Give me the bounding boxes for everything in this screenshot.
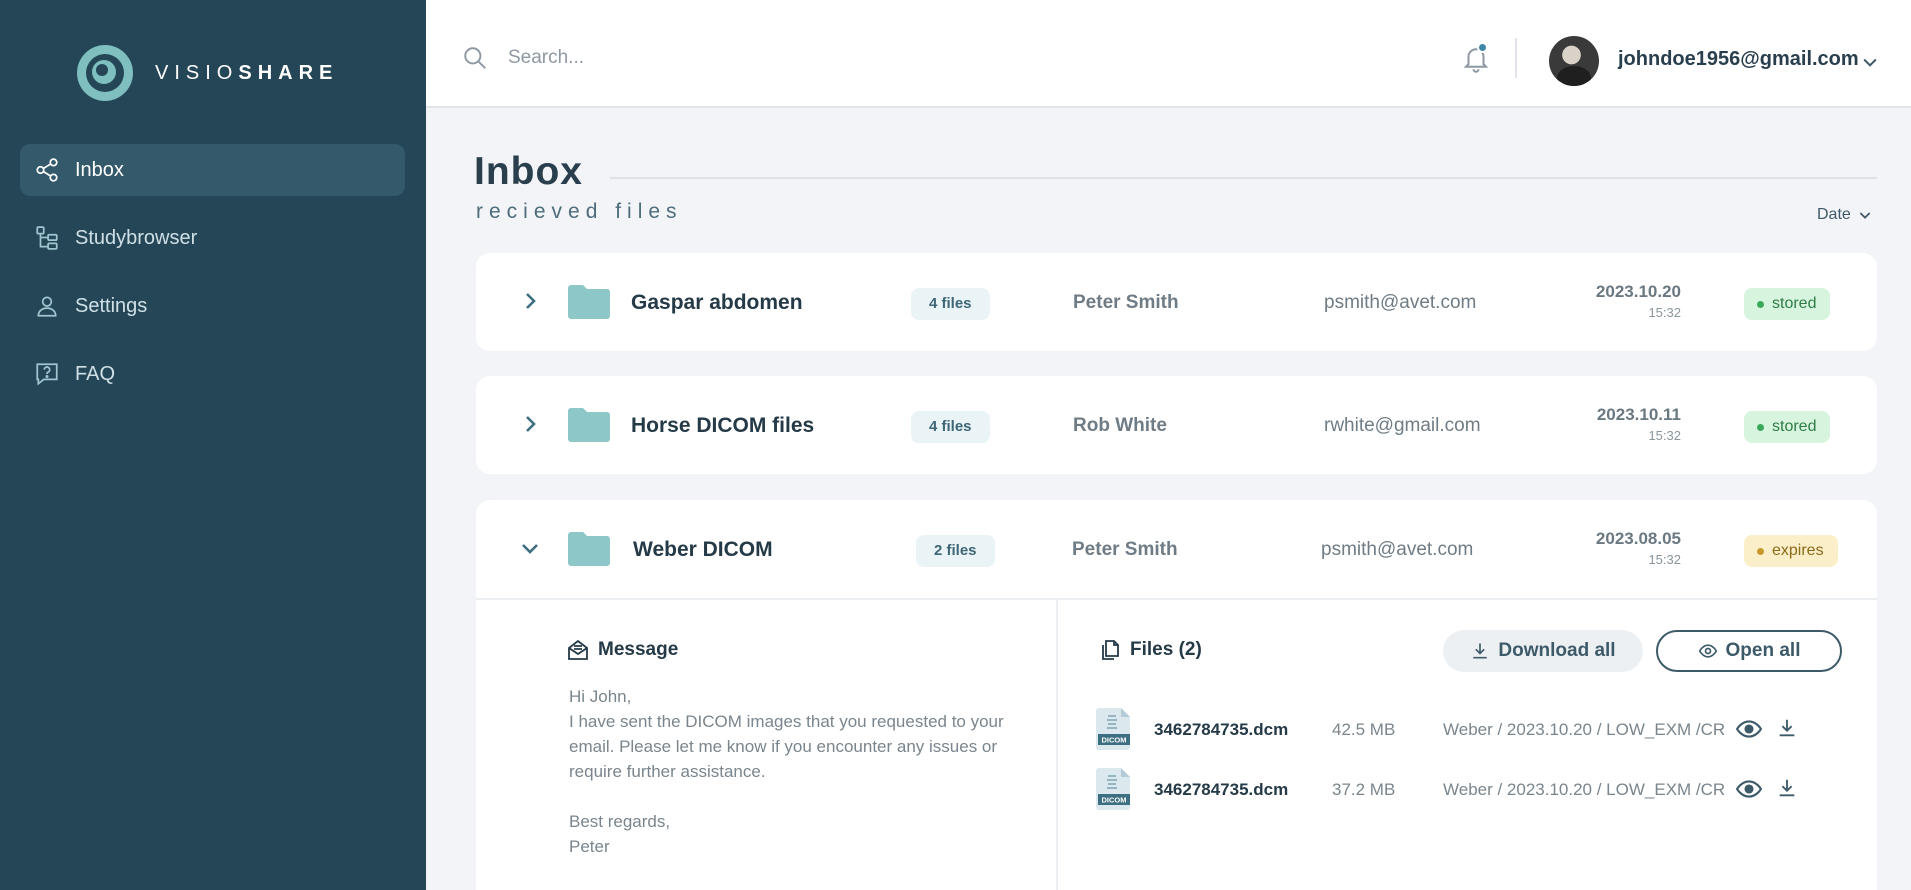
sidebar-item-settings[interactable]: Settings — [20, 280, 405, 332]
user-icon — [34, 293, 60, 319]
sidebar-item-label: FAQ — [75, 362, 116, 385]
message-title: Message — [598, 639, 679, 660]
search-icon — [464, 47, 486, 69]
divider — [1515, 38, 1517, 78]
chevron-right-icon[interactable] — [518, 412, 542, 436]
sort-dropdown[interactable]: Date — [1817, 206, 1873, 224]
files-pane: Files (2) Download all Open all DICOM 34… — [1058, 600, 1877, 890]
files-title: Files (2) — [1130, 639, 1202, 660]
sidebar-item-label: Settings — [75, 294, 148, 317]
row-time: 15:32 — [1648, 552, 1681, 567]
title-divider — [610, 177, 1877, 179]
row-date: 2023.10.20 — [1595, 282, 1681, 301]
svg-text:DICOM: DICOM — [1102, 736, 1127, 745]
row-name[interactable]: Weber DICOM — [633, 538, 773, 562]
row-time: 15:32 — [1648, 305, 1681, 320]
sidebar-nav: Inbox Studybrowser Settings FAQ — [20, 144, 405, 416]
row-name[interactable]: Gaspar abdomen — [631, 291, 803, 315]
chevron-down-icon — [1859, 212, 1871, 219]
file-path: Weber / 2023.10.20 / LOW_EXM /CR — [1443, 780, 1726, 799]
open-all-label: Open all — [1725, 640, 1801, 661]
svg-text:DICOM: DICOM — [1102, 796, 1127, 805]
sidebar-item-label: Studybrowser — [75, 226, 198, 249]
download-all-button[interactable]: Download all — [1443, 630, 1643, 672]
sender-name: Peter Smith — [1073, 292, 1179, 313]
folder-icon — [568, 532, 610, 566]
dicom-file-icon: DICOM — [1096, 768, 1130, 810]
sidebar-item-label: Inbox — [75, 158, 124, 181]
sender-email: rwhite@gmail.com — [1324, 415, 1481, 436]
logo-eye-icon — [77, 45, 133, 101]
sidebar: VISIOSHARE Inbox Studybrowser Settings F… — [0, 0, 426, 890]
folder-icon — [568, 408, 610, 442]
inbox-card: Gaspar abdomen 4 files Peter Smith psmit… — [476, 253, 1877, 351]
file-name[interactable]: 3462784735.dcm — [1154, 780, 1288, 800]
avatar[interactable] — [1549, 36, 1599, 86]
share-icon — [34, 157, 60, 183]
file-row[interactable]: DICOM 3462784735.dcm 37.2 MB Weber / 202… — [1096, 766, 1856, 810]
chevron-down-icon[interactable] — [518, 536, 542, 560]
row-detail: Message Hi John, I have sent the DICOM i… — [476, 598, 1877, 890]
file-row[interactable]: DICOM 3462784735.dcm 42.5 MB Weber / 202… — [1096, 706, 1856, 750]
message-header: Message — [566, 638, 678, 662]
chevron-down-icon[interactable] — [1860, 52, 1880, 72]
files-icon — [1102, 640, 1119, 660]
download-icon[interactable] — [1776, 717, 1798, 739]
logo[interactable]: VISIOSHARE — [77, 45, 338, 101]
file-path: Weber / 2023.10.20 / LOW_EXM /CR — [1443, 720, 1726, 739]
table-row[interactable]: Horse DICOM files 4 files Rob White rwhi… — [476, 376, 1877, 474]
search-input[interactable] — [508, 40, 1108, 76]
download-icon — [1473, 643, 1488, 659]
top-bar: johndoe1956@gmail.com — [426, 0, 1911, 108]
status-badge: stored — [1744, 411, 1831, 443]
page-title: Inbox — [474, 150, 583, 193]
files-header: Files (2) — [1098, 638, 1202, 662]
row-date: 2023.08.05 — [1595, 529, 1681, 548]
eye-icon — [1698, 644, 1717, 658]
download-icon[interactable] — [1776, 777, 1798, 799]
files-count-badge: 4 files — [911, 411, 990, 443]
row-time: 15:32 — [1648, 428, 1681, 443]
sender-name: Peter Smith — [1072, 539, 1178, 560]
files-count-badge: 2 files — [916, 535, 995, 567]
sender-email: psmith@avet.com — [1321, 539, 1474, 560]
table-row[interactable]: Weber DICOM 2 files Peter Smith psmith@a… — [476, 500, 1877, 598]
help-icon — [34, 361, 60, 387]
tree-icon — [34, 225, 60, 251]
sidebar-item-faq[interactable]: FAQ — [20, 348, 405, 400]
sender-email: psmith@avet.com — [1324, 292, 1477, 313]
notification-dot — [1477, 42, 1488, 53]
file-name[interactable]: 3462784735.dcm — [1154, 720, 1288, 740]
eye-icon[interactable] — [1736, 778, 1762, 800]
page-subtitle: recieved files — [476, 200, 683, 223]
files-count-badge: 4 files — [911, 288, 990, 320]
message-pane: Message Hi John, I have sent the DICOM i… — [476, 600, 1058, 890]
file-size: 37.2 MB — [1332, 780, 1396, 799]
logo-text: VISIOSHARE — [155, 61, 339, 84]
dicom-file-icon: DICOM — [1096, 708, 1130, 750]
sender-name: Rob White — [1073, 415, 1167, 436]
folder-icon — [568, 285, 610, 319]
user-email[interactable]: johndoe1956@gmail.com — [1618, 48, 1859, 71]
inbox-card-expanded: Weber DICOM 2 files Peter Smith psmith@a… — [476, 500, 1877, 890]
table-row[interactable]: Gaspar abdomen 4 files Peter Smith psmit… — [476, 253, 1877, 351]
chevron-right-icon[interactable] — [518, 289, 542, 313]
row-date: 2023.10.11 — [1596, 405, 1681, 424]
status-badge: stored — [1744, 288, 1831, 320]
open-all-button[interactable]: Open all — [1656, 630, 1842, 672]
message-body: Hi John, I have sent the DICOM images th… — [569, 687, 1004, 856]
download-all-label: Download all — [1498, 640, 1616, 661]
inbox-card: Horse DICOM files 4 files Rob White rwhi… — [476, 376, 1877, 474]
file-size: 42.5 MB — [1332, 720, 1396, 739]
status-badge: expires — [1744, 535, 1838, 567]
sort-label: Date — [1817, 206, 1851, 223]
eye-icon[interactable] — [1736, 718, 1762, 740]
row-name[interactable]: Horse DICOM files — [631, 414, 814, 438]
envelope-icon — [568, 639, 588, 660]
sidebar-item-studybrowser[interactable]: Studybrowser — [20, 212, 405, 264]
sidebar-item-inbox[interactable]: Inbox — [20, 144, 405, 196]
